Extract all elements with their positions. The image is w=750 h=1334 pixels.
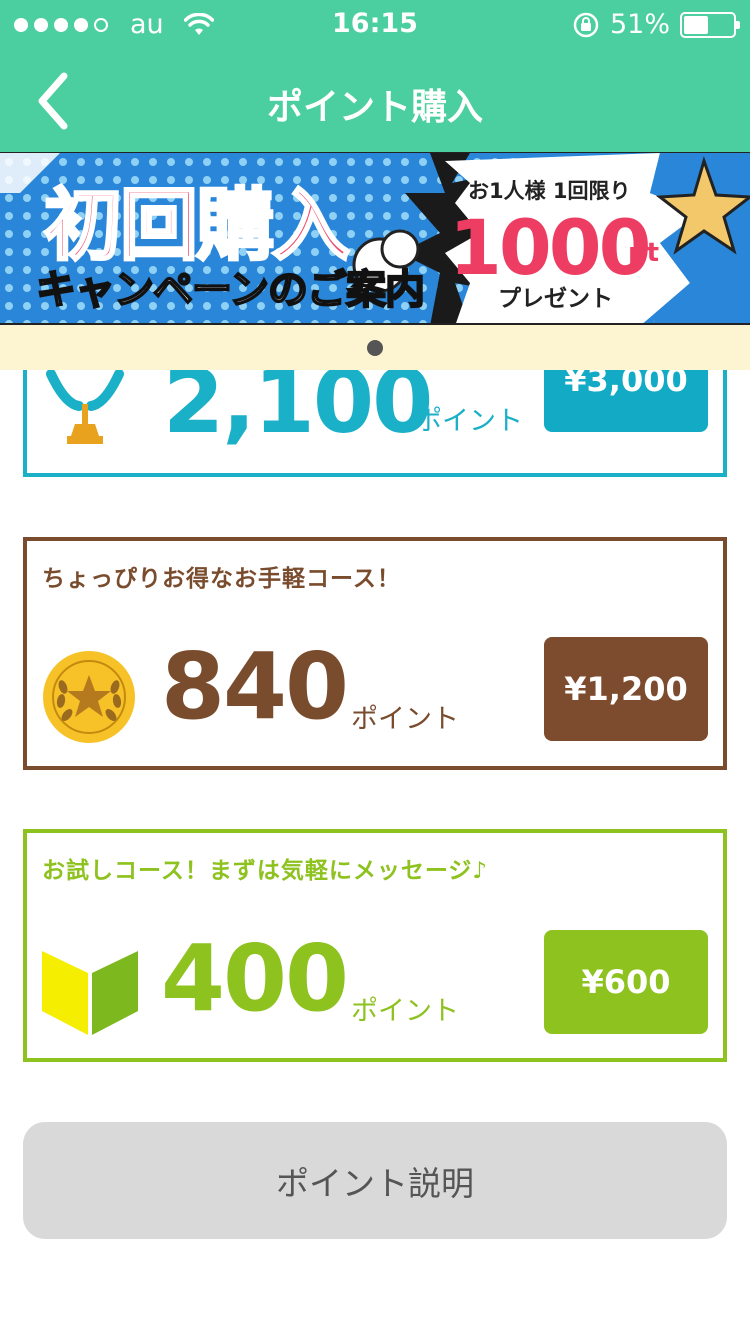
price-button[interactable]: ¥3,000 [544, 370, 708, 432]
course-points-unit: ポイント [415, 406, 523, 437]
banner-limit-text: お1人様 1回限り [468, 179, 631, 203]
pager-dot-active[interactable] [367, 340, 383, 356]
trophy-icon [46, 370, 124, 444]
banner-subtitle: キャンペーンのご案内 [35, 266, 426, 314]
campaign-banner[interactable]: 初回購入 キャンペーンのご案内 お1人様 1回限り 1000 pt プレゼント [0, 152, 750, 325]
course-card-400[interactable]: お試しコース！まずは気軽にメッセージ♪ 400 ポイント ¥600 [23, 829, 727, 1062]
course-points-unit: ポイント [351, 704, 459, 735]
course-tagline: ちょっぴりお得なお手軽コース！ [42, 566, 401, 592]
orientation-lock-icon [573, 12, 599, 37]
banner-points-unit: pt [628, 238, 660, 268]
battery-icon [680, 11, 740, 38]
price-button[interactable]: ¥600 [544, 930, 708, 1034]
price-button[interactable]: ¥1,200 [544, 637, 708, 741]
course-tagline: お試しコース！まずは気軽にメッセージ♪ [42, 858, 489, 884]
course-card-840[interactable]: ちょっぴりお得なお手軽コース！ 840 ポイント ¥1,200 [23, 537, 727, 770]
status-right: 51% [572, 9, 740, 40]
gold-medal-icon [43, 651, 135, 743]
battery-fill [684, 15, 708, 34]
battery-percent: 51% [609, 9, 670, 40]
course-card-2100[interactable]: 2,100 ポイント ¥3,000 [23, 370, 727, 477]
beginner-mark-icon [42, 951, 138, 1035]
status-bar: au 16:15 51% [0, 0, 750, 50]
nav-bar: ポイント購入 [0, 50, 750, 152]
course-points: 840 [161, 633, 349, 740]
page-title: ポイント購入 [266, 87, 483, 128]
point-explanation-button[interactable]: ポイント説明 [23, 1122, 727, 1239]
course-points: 2,100 [163, 370, 433, 453]
banner-pager [0, 325, 750, 370]
banner-present-text: プレゼント [498, 286, 613, 312]
course-list[interactable]: 2,100 ポイント ¥3,000 ちょっぴりお得なお手軽コース！ 840 ポイ… [0, 370, 750, 1334]
course-points: 400 [161, 925, 349, 1032]
course-points-unit: ポイント [351, 996, 459, 1027]
